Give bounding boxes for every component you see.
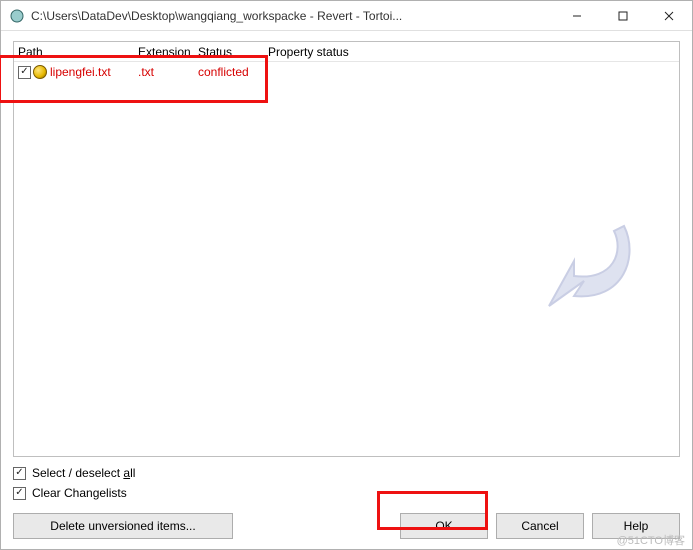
clear-changelists-option[interactable]: Clear Changelists [13, 483, 680, 503]
delete-unversioned-button[interactable]: Delete unversioned items... [13, 513, 233, 539]
window-controls [554, 1, 692, 30]
header-status[interactable]: Status [194, 45, 264, 59]
header-property-status[interactable]: Property status [264, 45, 404, 59]
row-checkbox[interactable] [18, 66, 31, 79]
minimize-button[interactable] [554, 1, 600, 30]
header-path[interactable]: Path [14, 45, 134, 59]
table-row[interactable]: lipengfei.txt .txt conflicted [14, 62, 679, 82]
file-list[interactable]: Path Extension Status Property status li… [13, 41, 680, 457]
filename: lipengfei.txt [50, 65, 111, 79]
button-row: Delete unversioned items... OK Cancel He… [13, 507, 680, 539]
header-extension[interactable]: Extension [134, 45, 194, 59]
ok-button[interactable]: OK [400, 513, 488, 539]
maximize-button[interactable] [600, 1, 646, 30]
close-button[interactable] [646, 1, 692, 30]
options-area: Select / deselect all Clear Changelists [13, 457, 680, 507]
revert-dialog: C:\Users\DataDev\Desktop\wangqiang_works… [0, 0, 693, 550]
cell-status: conflicted [194, 65, 264, 79]
cancel-button[interactable]: Cancel [496, 513, 584, 539]
titlebar: C:\Users\DataDev\Desktop\wangqiang_works… [1, 1, 692, 31]
file-status-icon [33, 65, 47, 79]
cell-path: lipengfei.txt [14, 65, 134, 79]
cell-extension: .txt [134, 65, 194, 79]
watermark-arrow-icon [529, 201, 649, 321]
client-area: Path Extension Status Property status li… [1, 31, 692, 549]
list-header: Path Extension Status Property status [14, 42, 679, 62]
help-button[interactable]: Help [592, 513, 680, 539]
select-all-option[interactable]: Select / deselect all [13, 463, 680, 483]
select-all-label: Select / deselect all [32, 466, 135, 480]
select-all-checkbox[interactable] [13, 467, 26, 480]
clear-changelists-label: Clear Changelists [32, 486, 127, 500]
app-icon [9, 8, 25, 24]
clear-changelists-checkbox[interactable] [13, 487, 26, 500]
window-title: C:\Users\DataDev\Desktop\wangqiang_works… [31, 9, 554, 23]
